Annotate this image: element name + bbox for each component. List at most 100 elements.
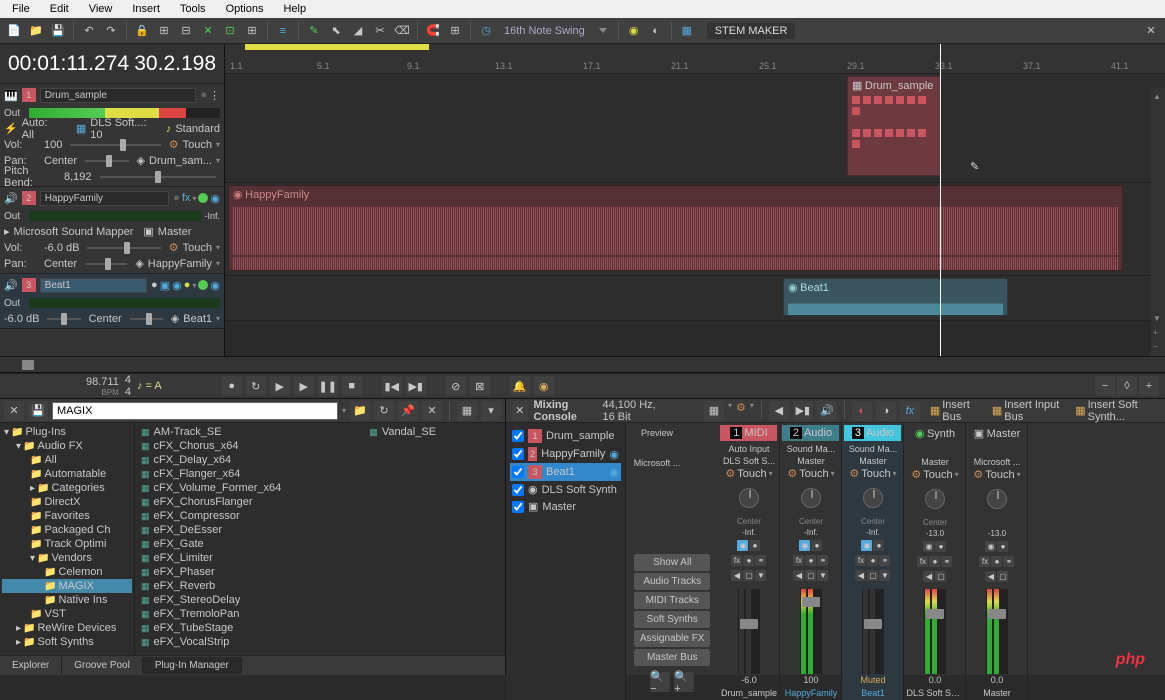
open-icon[interactable]: 📁 xyxy=(26,21,46,41)
menu-tools[interactable]: Tools xyxy=(170,1,216,17)
tree-item[interactable]: 📁VST xyxy=(2,607,132,621)
pan-knob[interactable] xyxy=(925,489,945,509)
file-item[interactable]: ▦eFX_StereoDelay xyxy=(137,593,285,607)
refresh-icon[interactable]: ↻ xyxy=(374,401,394,421)
file-item[interactable]: ▦eFX_Compressor xyxy=(137,509,285,523)
loop-button[interactable]: ↻ xyxy=(246,376,266,396)
pan-knob[interactable] xyxy=(863,488,883,508)
mon-icon[interactable]: ▣ xyxy=(160,279,170,292)
track-checkbox[interactable] xyxy=(512,501,524,513)
dls-icon[interactable]: ▦ xyxy=(76,122,86,135)
tree-item[interactable]: 📁Packaged Ch xyxy=(2,523,132,537)
next-marker-button[interactable]: ▶▮ xyxy=(406,376,426,396)
show-all-button[interactable]: Show All xyxy=(634,554,710,571)
track-lane-2[interactable]: ◉ HappyFamily fx xyxy=(225,183,1165,276)
tab-explorer[interactable]: Explorer xyxy=(0,657,62,674)
path-input[interactable] xyxy=(52,402,338,420)
snap-icon[interactable]: ⊞ xyxy=(154,21,174,41)
solo-icon[interactable]: ● xyxy=(811,540,822,551)
solo-icon[interactable]: ● xyxy=(184,279,191,291)
file-item[interactable]: ▦eFX_Gate xyxy=(137,537,285,551)
fader[interactable] xyxy=(986,589,1008,674)
output-icon[interactable]: ▣ xyxy=(143,225,153,238)
mixer-list-item[interactable]: 2HappyFamily ◉ xyxy=(510,445,621,463)
tab-plugins[interactable]: Plug-In Manager xyxy=(143,657,242,674)
scroll-up-icon[interactable]: ▲ xyxy=(1153,92,1163,102)
phase-icon[interactable] xyxy=(198,280,208,290)
tree-item[interactable]: ▾📁Plug-Ins xyxy=(2,425,132,439)
timesig-num[interactable]: 4 xyxy=(125,374,131,386)
tree-item[interactable]: 📁Track Optimi xyxy=(2,537,132,551)
channel-synth[interactable]: ◉ Synth Master ⚙Touch▾ Center -13.0 ◉● f… xyxy=(904,423,966,700)
gear-icon[interactable]: ⚙ xyxy=(169,241,179,254)
channel-audio-selected[interactable]: 3Audio Sound Ma... Master ⚙Touch▾ Center… xyxy=(842,423,904,700)
note-icon[interactable]: ♪ = A xyxy=(137,380,162,392)
gear-icon[interactable]: ⚙ xyxy=(736,401,746,421)
layout-icon[interactable]: ▦ xyxy=(704,401,724,421)
stem-maker-button[interactable]: STEM MAKER xyxy=(707,23,796,39)
hzoom-out-icon[interactable]: − xyxy=(1095,376,1115,396)
insert-soft-synth-button[interactable]: ▦Insert Soft Synth... xyxy=(1071,398,1159,424)
vertical-scrollbar[interactable]: ▲ ▼ + − xyxy=(1151,88,1165,356)
pan-knob[interactable] xyxy=(739,488,759,508)
expand-icon[interactable]: ▾ xyxy=(481,401,501,421)
folder-tree[interactable]: ▾📁Plug-Ins ▾📁Audio FX 📁All 📁Automatable … xyxy=(0,423,135,655)
stop-button[interactable]: ■ xyxy=(342,376,362,396)
volume-slider[interactable] xyxy=(70,144,160,146)
menu-edit[interactable]: Edit xyxy=(40,1,79,17)
mixer-list-item[interactable]: ◉DLS Soft Synth xyxy=(510,481,621,498)
automation-icon[interactable]: ⚡ xyxy=(4,122,18,135)
mute-icon[interactable]: ◉ xyxy=(799,540,810,551)
marker-region[interactable] xyxy=(245,44,1165,50)
file-item[interactable]: ▦eFX_VocalStrip xyxy=(137,635,285,649)
gear-icon[interactable]: ⚙ xyxy=(849,467,859,480)
option-icon[interactable]: ⊠ xyxy=(470,376,490,396)
ch-output[interactable]: DLS Soft S... xyxy=(720,455,777,467)
play-start-button[interactable]: ▶ xyxy=(270,376,290,396)
track-checkbox[interactable] xyxy=(512,466,524,478)
track-header-3[interactable]: 🔊 3 Beat1 ● ▣ ◉ ● ▾ ◉ Out -6.0 dB xyxy=(0,274,224,329)
timeline-overview[interactable] xyxy=(0,357,1165,373)
gear-icon[interactable]: ⚙ xyxy=(787,467,797,480)
file-item[interactable]: ▦eFX_Phaser xyxy=(137,565,285,579)
tree-item[interactable]: 📁DirectX xyxy=(2,495,132,509)
undo-icon[interactable]: ↶ xyxy=(79,21,99,41)
stem-icon[interactable]: ▦ xyxy=(677,21,697,41)
record-arm-icon[interactable]: ● xyxy=(173,192,180,204)
menu-view[interactable]: View xyxy=(79,1,123,17)
file-item[interactable]: ▦cFX_Chorus_x64 xyxy=(137,439,285,453)
fx-icon[interactable]: ◈ xyxy=(171,312,179,325)
fx-icon[interactable]: ◈ xyxy=(135,257,143,270)
insert-input-bus-button[interactable]: ▦Insert Input Bus xyxy=(988,398,1065,424)
new-icon[interactable]: 📄 xyxy=(4,21,24,41)
pan-slider[interactable] xyxy=(85,160,129,162)
zoom-out-icon[interactable]: − xyxy=(1153,342,1163,352)
volume-slider[interactable] xyxy=(87,247,160,249)
track-checkbox[interactable] xyxy=(512,448,524,460)
ch-output[interactable]: Master xyxy=(782,455,839,467)
track-name-input[interactable]: HappyFamily xyxy=(40,191,169,206)
tree-item[interactable]: ▸📁Categories xyxy=(2,481,132,495)
insert-bus-button[interactable]: ▦Insert Bus xyxy=(926,398,982,424)
up-folder-icon[interactable]: 📁 xyxy=(350,401,370,421)
fader[interactable] xyxy=(738,589,760,674)
next-icon[interactable]: ▶▮ xyxy=(793,401,813,421)
channel-master[interactable]: ▣ Master Microsoft ... ⚙Touch▾ -13.0 ◉● … xyxy=(966,423,1028,700)
arrow-icon[interactable]: ◀ xyxy=(731,570,742,581)
track-name-input[interactable]: Beat1 xyxy=(40,278,147,293)
ch-input[interactable]: Auto Input xyxy=(720,443,777,455)
hzoom-in-icon[interactable]: + xyxy=(1139,376,1159,396)
tree-item[interactable]: ▾📁Audio FX xyxy=(2,439,132,453)
select-tool-icon[interactable]: ⬉ xyxy=(326,21,346,41)
channel-audio[interactable]: 2Audio Sound Ma... Master ⚙Touch▾ Center… xyxy=(780,423,842,700)
track-header-1[interactable]: 🎹 1 Drum_sample ● ⋮ Out ⚡ Auto: All ▦ DL… xyxy=(0,84,224,187)
timeline[interactable]: 1.1 5.1 9.1 13.1 17.1 21.1 25.1 29.1 33.… xyxy=(225,44,1165,356)
lock-icon[interactable]: 🔒 xyxy=(132,21,152,41)
timesig-den[interactable]: 4 xyxy=(125,386,131,398)
tree-item[interactable]: ▸📁Soft Synths xyxy=(2,635,132,649)
ch-output[interactable]: Master xyxy=(906,456,963,468)
chevron-down-icon[interactable]: ▾ xyxy=(216,259,220,268)
file-item[interactable]: ▦eFX_DeEsser xyxy=(137,523,285,537)
tree-item[interactable]: 📁Automatable xyxy=(2,467,132,481)
metronome-button[interactable]: 🔔 xyxy=(510,376,530,396)
